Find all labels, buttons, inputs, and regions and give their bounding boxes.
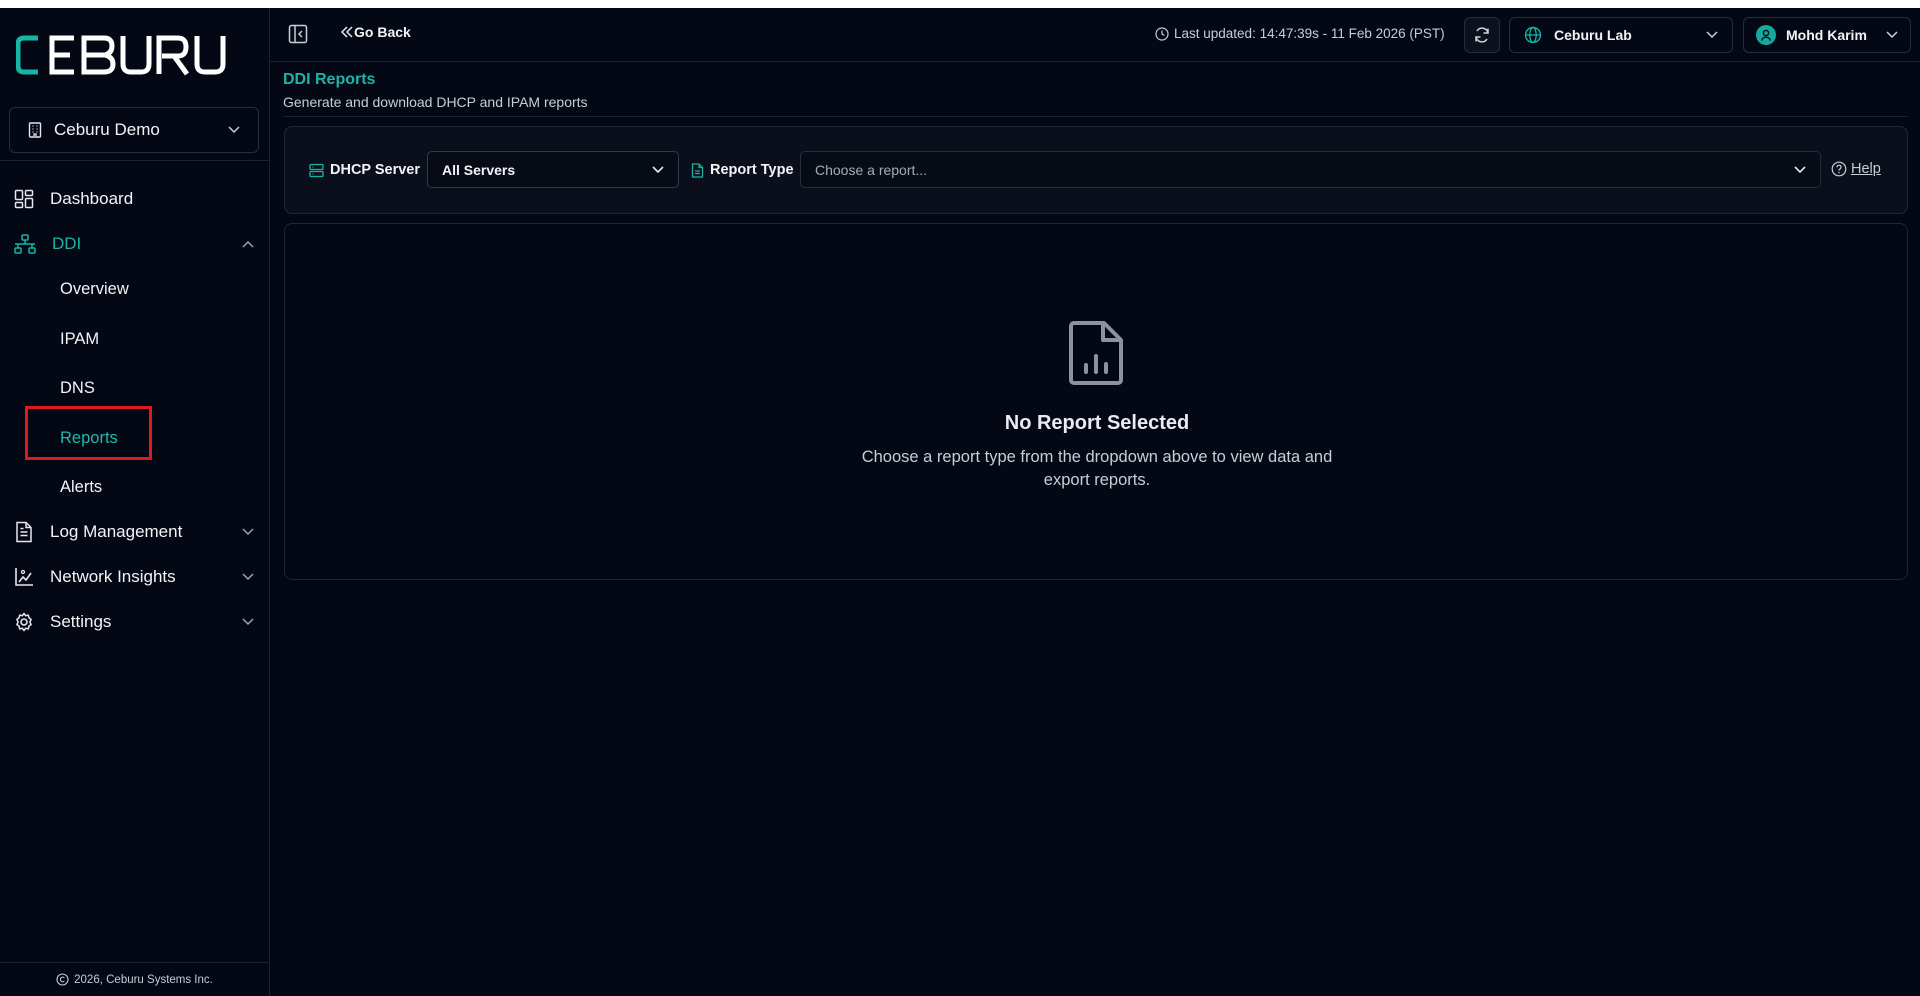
chevron-down-icon — [1706, 31, 1718, 39]
chevron-down-icon — [242, 618, 254, 626]
user-icon — [1760, 29, 1772, 41]
sidebar-subitem-alerts[interactable]: Alerts — [60, 473, 102, 501]
sidebar-item-label: DDI — [52, 234, 82, 253]
sidebar-item-log-management[interactable]: Log Management — [14, 517, 254, 547]
chevron-up-icon — [242, 240, 254, 248]
dashboard-icon — [14, 189, 34, 209]
sidebar-item-settings[interactable]: Settings — [14, 607, 254, 637]
sidebar-item-ddi[interactable]: DDI — [14, 229, 254, 259]
organization-select[interactable]: Ceburu Demo — [9, 107, 259, 153]
sidebar-subitem-ipam[interactable]: IPAM — [60, 325, 99, 353]
sidebar-divider — [0, 160, 269, 161]
sidebar-item-label: Dashboard — [50, 189, 134, 208]
chevron-down-icon — [242, 528, 254, 536]
chevrons-left-icon — [340, 26, 353, 38]
document-icon — [16, 521, 32, 543]
page-title: DDI Reports — [283, 71, 376, 88]
app-window: Ceburu Demo Dashboard DDI Overview IPAM … — [0, 8, 1920, 996]
sidebar: Ceburu Demo Dashboard DDI Overview IPAM … — [0, 8, 270, 996]
chart-icon — [15, 568, 33, 586]
chevron-down-icon — [1886, 31, 1898, 39]
last-updated: Last updated: 14:47:39s - 11 Feb 2026 (P… — [1155, 26, 1445, 41]
help-link-text: Help — [1851, 161, 1881, 177]
network-icon — [14, 234, 36, 254]
top-bar: Go Back Last updated: 14:47:39s - 11 Feb… — [270, 8, 1920, 62]
dhcp-server-select[interactable]: All Servers — [427, 151, 679, 188]
page-subtitle: Generate and download DHCP and IPAM repo… — [283, 94, 588, 110]
server-icon — [309, 163, 324, 177]
report-type-label: Report Type — [691, 162, 794, 178]
user-menu[interactable]: Mohd Karim — [1743, 17, 1911, 53]
empty-state-description: Choose a report type from the dropdown a… — [861, 448, 1333, 489]
ceburu-logo-mark — [16, 35, 226, 76]
dhcp-server-value: All Servers — [442, 161, 516, 178]
report-filters-panel: DHCP Server All Servers Report Type Choo… — [284, 126, 1908, 214]
report-type-select[interactable]: Choose a report... — [800, 151, 1821, 188]
chevron-down-icon — [228, 126, 240, 134]
sidebar-subitem-overview[interactable]: Overview — [60, 275, 129, 303]
dhcp-server-label: DHCP Server — [309, 162, 420, 178]
copyright-text: 2026, Ceburu Systems Inc. — [74, 973, 213, 986]
sidebar-subitem-dns[interactable]: DNS — [60, 374, 95, 402]
title-divider — [283, 116, 1908, 117]
refresh-button[interactable] — [1464, 17, 1500, 53]
user-name: Mohd Karim — [1786, 27, 1867, 43]
reports-highlight-box — [25, 406, 152, 460]
last-updated-text: Last updated: 14:47:39s - 11 Feb 2026 (P… — [1174, 26, 1445, 41]
clock-icon — [1155, 26, 1169, 41]
file-icon — [691, 162, 704, 178]
go-back-button[interactable]: Go Back — [340, 24, 411, 40]
ceburu-logo[interactable] — [16, 30, 236, 80]
help-link[interactable]: Help — [1831, 161, 1881, 177]
globe-icon — [1524, 26, 1542, 44]
sidebar-toggle-button[interactable] — [288, 24, 308, 49]
dhcp-server-label-text: DHCP Server — [330, 162, 421, 178]
file-chart-icon — [1068, 320, 1124, 391]
copyright-icon — [56, 973, 69, 986]
sidebar-item-label: Network Insights — [50, 567, 176, 586]
building-icon — [28, 122, 42, 138]
empty-state-title: No Report Selected — [1004, 412, 1190, 434]
gear-icon — [16, 612, 32, 632]
empty-state-panel: No Report Selected Choose a report type … — [284, 223, 1908, 580]
report-type-label-text: Report Type — [710, 162, 794, 178]
panel-left-icon — [288, 24, 308, 44]
refresh-icon — [1475, 27, 1489, 43]
site-select-label: Ceburu Lab — [1554, 27, 1632, 43]
sidebar-item-dashboard[interactable]: Dashboard — [14, 184, 254, 214]
sidebar-item-label: Log Management — [50, 522, 183, 541]
organization-select-label: Ceburu Demo — [54, 120, 160, 139]
chevron-down-icon — [242, 573, 254, 581]
avatar — [1756, 25, 1776, 45]
help-circle-icon — [1831, 161, 1847, 177]
chevron-down-icon — [652, 165, 664, 173]
chevron-down-icon — [1794, 165, 1806, 173]
site-select[interactable]: Ceburu Lab — [1509, 17, 1733, 53]
sidebar-item-network-insights[interactable]: Network Insights — [14, 562, 254, 592]
sidebar-footer: 2026, Ceburu Systems Inc. — [0, 962, 269, 996]
report-type-placeholder: Choose a report... — [815, 161, 928, 178]
go-back-label: Go Back — [354, 24, 411, 40]
sidebar-item-label: Settings — [50, 612, 112, 631]
